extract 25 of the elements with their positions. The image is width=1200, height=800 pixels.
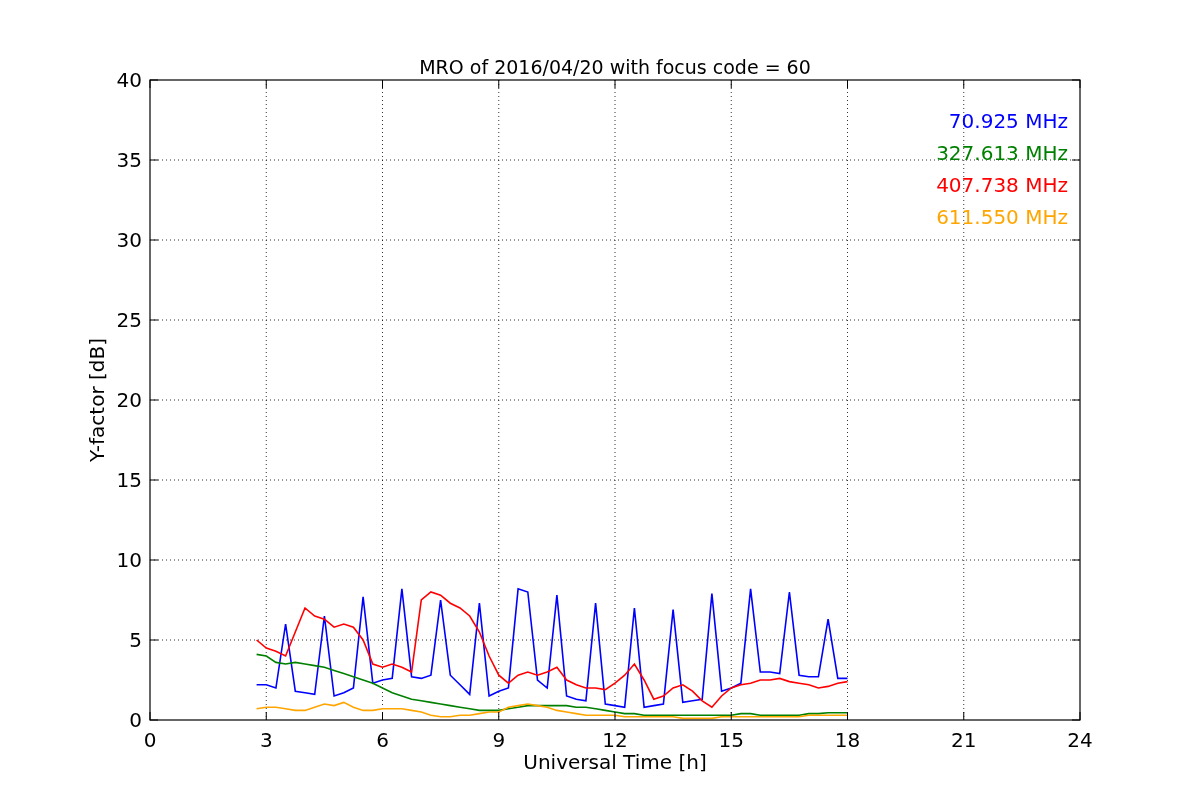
x-tick-label: 21	[951, 728, 977, 752]
y-axis-label: Y-factor [dB]	[85, 338, 109, 462]
y-tick-label: 15	[116, 468, 142, 492]
x-tick-label: 3	[259, 728, 273, 752]
x-tick-label: 0	[143, 728, 157, 752]
x-tick-label: 6	[376, 728, 389, 752]
legend-label: 327.613 MHz	[936, 141, 1068, 165]
x-tick-label: 18	[834, 728, 861, 752]
x-tick-label: 15	[718, 728, 744, 752]
y-tick-label: 35	[116, 148, 142, 172]
y-tick-label: 25	[116, 308, 142, 332]
y-tick-label: 10	[116, 548, 142, 572]
legend-label: 611.550 MHz	[936, 205, 1068, 229]
x-tick-label: 12	[602, 728, 628, 752]
x-tick-label: 9	[492, 728, 506, 752]
y-tick-label: 0	[129, 708, 142, 732]
legend-label: 407.738 MHz	[936, 173, 1068, 197]
x-axis-label: Universal Time [h]	[523, 750, 707, 774]
y-tick-label: 5	[129, 628, 142, 652]
y-tick-label: 20	[116, 388, 142, 412]
legend-label: 70.925 MHz	[948, 109, 1068, 133]
x-tick-label: 24	[1067, 728, 1093, 752]
y-tick-label: 40	[116, 68, 142, 92]
chart-title: MRO of 2016/04/20 with focus code = 60	[419, 56, 811, 78]
y-tick-label: 30	[116, 228, 142, 252]
